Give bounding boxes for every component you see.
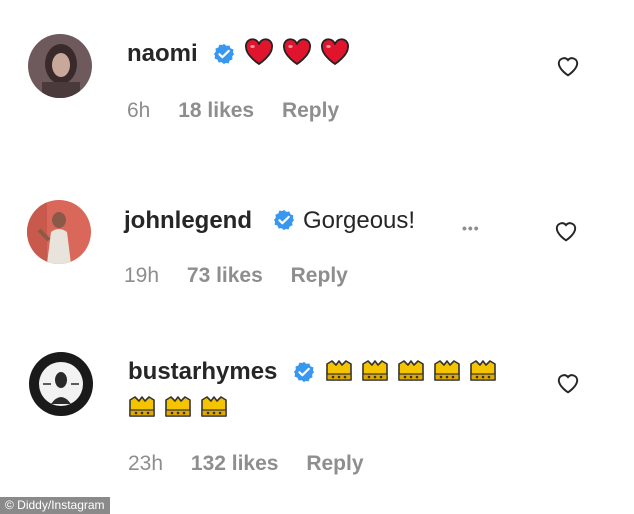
comment-naomi: naomi 6h 18 likes Reply xyxy=(0,0,634,140)
username[interactable]: naomi xyxy=(127,40,198,68)
reply-button[interactable]: Reply xyxy=(291,264,348,287)
photo-credit: © Diddy/Instagram xyxy=(0,497,110,514)
heart-outline-icon[interactable] xyxy=(555,370,581,394)
comment-meta: 6h 18 likes Reply xyxy=(127,99,361,123)
crown-emoji-row xyxy=(128,395,228,419)
crown-emoji-icon xyxy=(326,360,352,381)
verified-badge-icon xyxy=(213,43,235,65)
username[interactable]: bustarhymes xyxy=(128,358,277,386)
timestamp: 19h xyxy=(124,264,160,287)
likes-count[interactable]: 18 likes xyxy=(178,99,254,122)
crown-emoji-row xyxy=(325,359,497,383)
heart-outline-icon[interactable] xyxy=(553,218,579,242)
avatar-johnlegend[interactable] xyxy=(27,200,91,264)
avatar-bustarhymes[interactable] xyxy=(29,352,93,416)
crown-emoji-icon xyxy=(201,396,227,417)
more-options-button[interactable]: ••• xyxy=(462,220,480,236)
comment-johnlegend: johnlegend Gorgeous! ••• 19h 73 likes Re… xyxy=(0,170,634,310)
timestamp: 6h xyxy=(127,99,151,122)
crown-emoji-icon xyxy=(362,360,388,381)
timestamp: 23h xyxy=(128,452,164,475)
heart-emoji-row xyxy=(244,38,350,66)
likes-count[interactable]: 73 likes xyxy=(187,264,263,287)
crown-emoji-icon xyxy=(434,360,460,381)
crown-emoji-icon xyxy=(470,360,496,381)
crown-emoji-icon xyxy=(165,396,191,417)
avatar-naomi[interactable] xyxy=(28,34,92,98)
comment-text: Gorgeous! xyxy=(303,207,416,234)
verified-badge-icon xyxy=(273,209,295,231)
red-heart-emoji-icon xyxy=(283,38,311,66)
heart-outline-icon[interactable] xyxy=(555,53,581,77)
comment-meta: 19h 73 likes Reply xyxy=(124,264,370,288)
likes-count[interactable]: 132 likes xyxy=(191,452,279,475)
red-heart-emoji-icon xyxy=(245,38,273,66)
reply-button[interactable]: Reply xyxy=(282,99,339,122)
comment-bustarhymes: bustarhymes 23h 132 likes Reply xyxy=(0,340,634,490)
comment-meta: 23h 132 likes Reply xyxy=(128,452,386,476)
red-heart-emoji-icon xyxy=(321,38,349,66)
username[interactable]: johnlegend xyxy=(124,207,252,235)
crown-emoji-icon xyxy=(129,396,155,417)
crown-emoji-icon xyxy=(398,360,424,381)
reply-button[interactable]: Reply xyxy=(306,452,363,475)
verified-badge-icon xyxy=(293,361,315,383)
